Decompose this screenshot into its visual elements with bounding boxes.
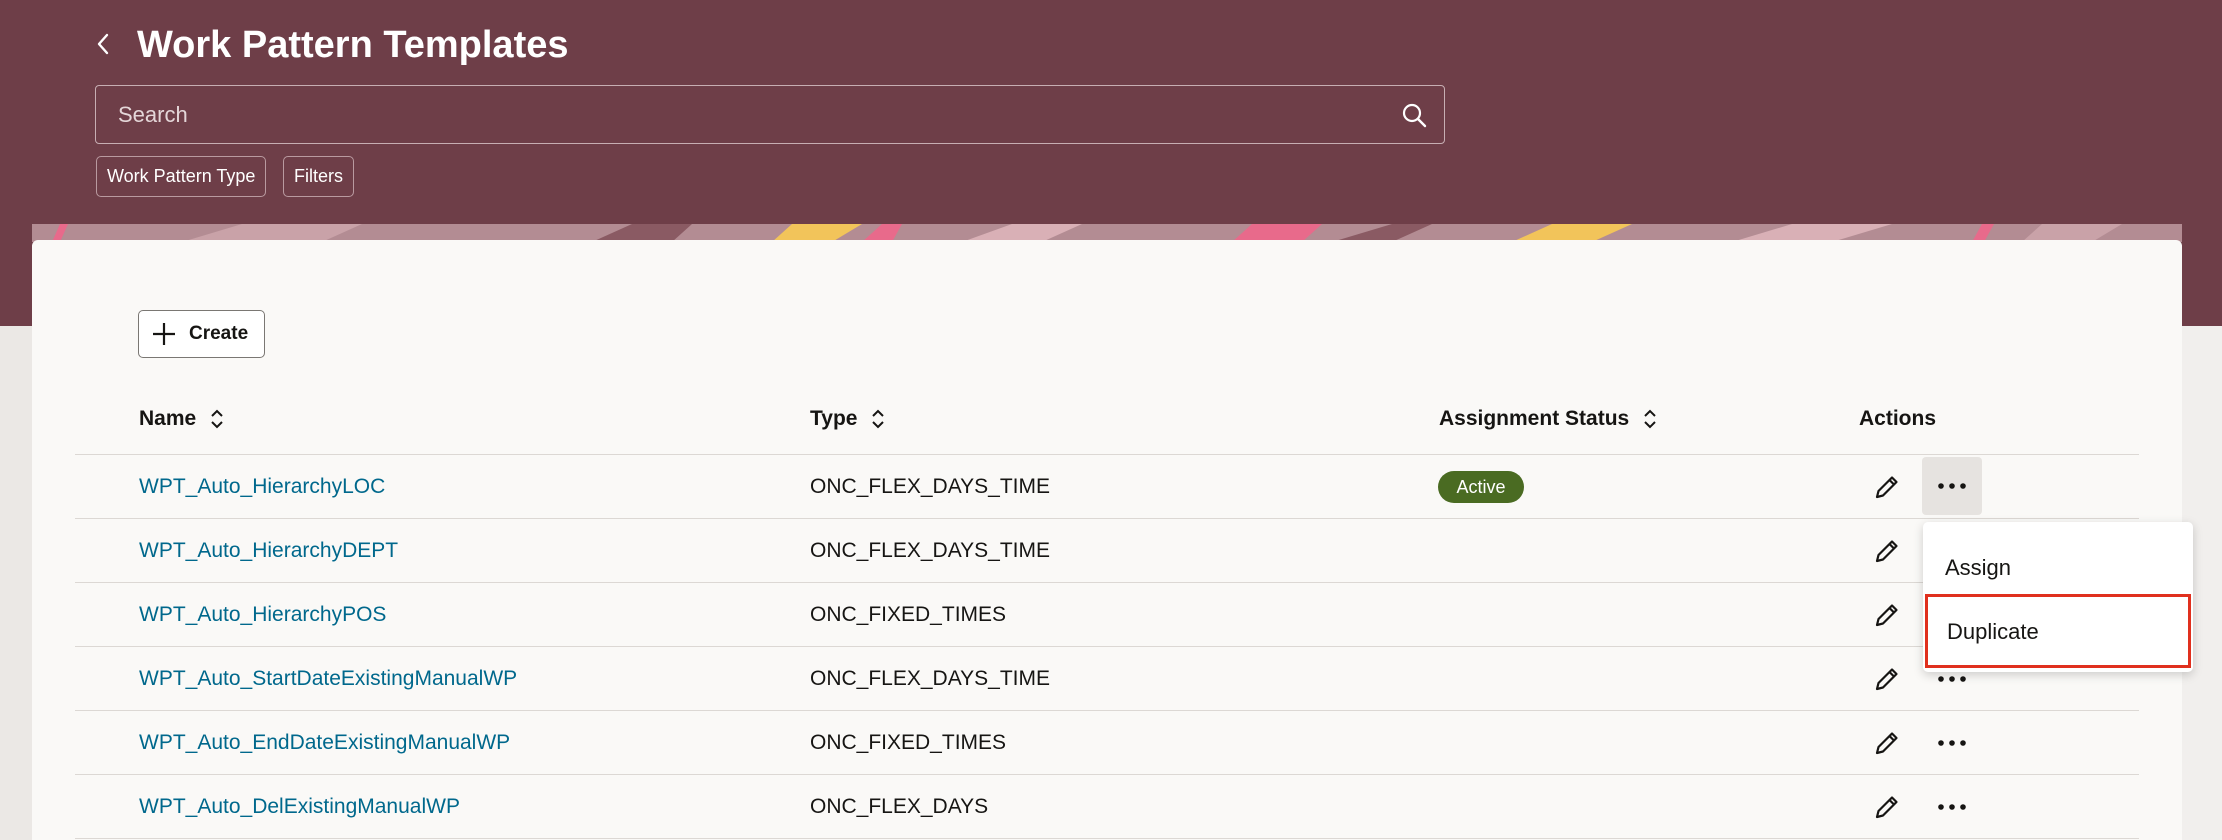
plus-icon: [153, 323, 175, 345]
page-background: [0, 326, 32, 840]
table-row-name-link[interactable]: WPT_Auto_EndDateExistingManualWP: [139, 730, 510, 756]
ellipsis-icon: [1938, 740, 1966, 746]
table-row-type: ONC_FLEX_DAYS_TIME: [810, 539, 1051, 562]
menu-item-assign[interactable]: Assign: [1923, 536, 2193, 600]
table-row-name-link[interactable]: WPT_Auto_HierarchyLOC: [139, 474, 385, 500]
edit-icon[interactable]: [1870, 470, 1904, 504]
row-divider: [75, 710, 2139, 711]
sort-icon: [211, 409, 223, 429]
row-divider: [75, 454, 2139, 455]
table-row-type: ONC_FIXED_TIMES: [810, 603, 1007, 626]
row-divider: [75, 518, 2139, 519]
status-badge: Active: [1438, 471, 1524, 503]
filter-chip-work-pattern-type[interactable]: Work Pattern Type: [96, 156, 267, 197]
page-title: Work Pattern Templates: [137, 24, 569, 66]
create-button[interactable]: Create: [138, 310, 265, 358]
row-divider: [75, 774, 2139, 775]
ellipsis-icon: [1938, 483, 1966, 489]
column-header-assignment-status-label: Assignment Status: [1439, 407, 1630, 430]
column-header-type[interactable]: Type: [810, 404, 885, 434]
table-row-type: ONC_FLEX_DAYS_TIME: [810, 475, 1051, 498]
edit-icon[interactable]: [1870, 662, 1904, 696]
actions-menu: Assign Duplicate: [1923, 522, 2193, 672]
edit-icon[interactable]: [1870, 534, 1904, 568]
search-icon[interactable]: [1384, 87, 1444, 143]
column-header-actions-label: Actions: [1859, 407, 1937, 430]
table-row-name-link[interactable]: WPT_Auto_HierarchyPOS: [139, 602, 386, 628]
more-actions-button[interactable]: [1922, 714, 1982, 772]
row-divider: [75, 838, 2139, 839]
table-row-type: ONC_FIXED_TIMES: [810, 731, 1007, 754]
sort-icon: [872, 409, 885, 429]
search-input[interactable]: [96, 86, 1384, 143]
edit-icon[interactable]: [1870, 726, 1904, 760]
ellipsis-icon: [1938, 676, 1966, 682]
row-divider: [75, 582, 2139, 583]
filter-chip-filters[interactable]: Filters: [283, 156, 354, 197]
menu-item-duplicate[interactable]: Duplicate: [1925, 594, 2191, 668]
sort-icon: [1644, 409, 1656, 429]
create-button-label: Create: [189, 323, 249, 344]
more-actions-button[interactable]: [1922, 457, 1982, 515]
column-header-name-label: Name: [139, 407, 197, 430]
table-row-type: ONC_FLEX_DAYS_TIME: [810, 667, 1051, 690]
back-button[interactable]: [88, 26, 118, 62]
edit-icon[interactable]: [1870, 598, 1904, 632]
more-actions-button[interactable]: [1922, 778, 1982, 836]
column-header-name[interactable]: Name: [139, 404, 224, 434]
chevron-left-icon: [97, 33, 109, 55]
table-row-name-link[interactable]: WPT_Auto_HierarchyDEPT: [139, 538, 398, 564]
ellipsis-icon: [1938, 804, 1966, 810]
column-header-type-label: Type: [810, 407, 858, 430]
table-row-name-link[interactable]: WPT_Auto_DelExistingManualWP: [139, 794, 460, 820]
edit-icon[interactable]: [1870, 790, 1904, 824]
search-box[interactable]: [95, 85, 1445, 144]
column-header-actions: Actions: [1859, 404, 1936, 434]
column-header-assignment-status[interactable]: Assignment Status: [1439, 404, 1657, 434]
table-row-type: ONC_FLEX_DAYS: [810, 795, 989, 818]
row-divider: [75, 646, 2139, 647]
table-row-name-link[interactable]: WPT_Auto_StartDateExistingManualWP: [139, 666, 517, 692]
